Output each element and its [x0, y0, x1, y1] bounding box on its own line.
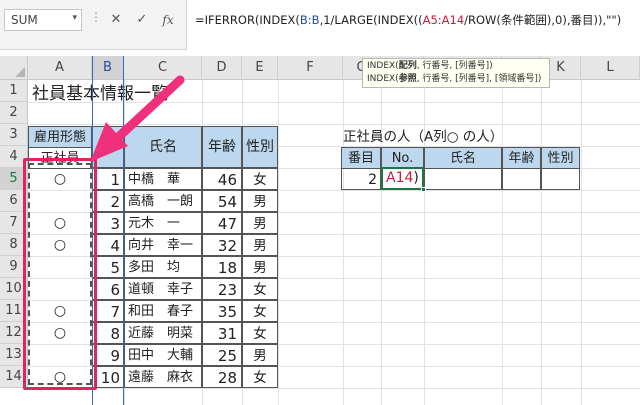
tooltip-line: INDEX(参照, 行番号, [列番号], [領域番号])	[367, 74, 542, 84]
annotation-arrow-shaft	[107, 75, 185, 148]
tooltip-line: INDEX(配列, 行番号, [列番号])	[367, 61, 493, 71]
function-tooltip: INDEX(配列, 行番号, [列番号]) INDEX(参照, 行番号, [列番…	[362, 58, 550, 88]
